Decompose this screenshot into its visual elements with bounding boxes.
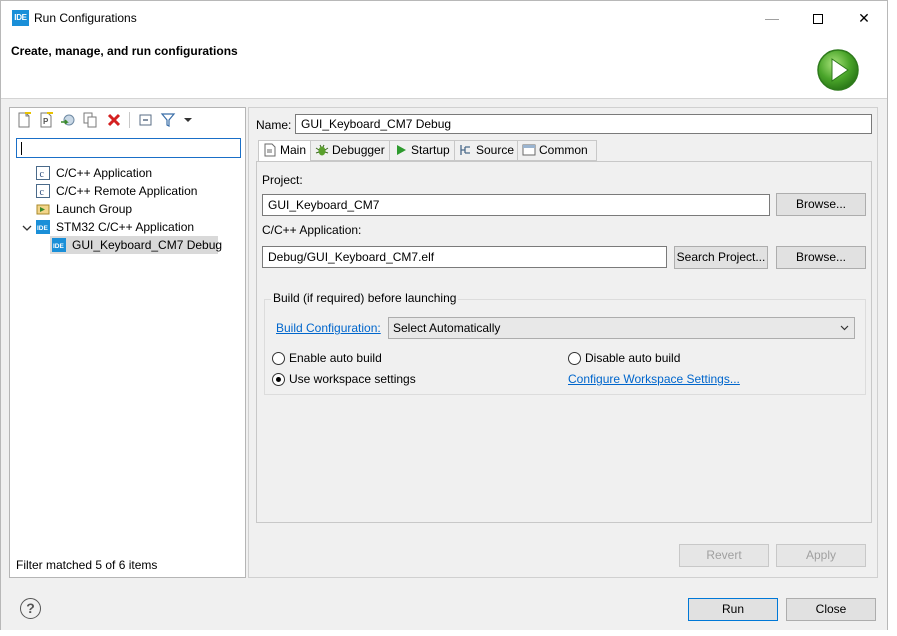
radio-label: Enable auto build xyxy=(289,351,382,365)
ide-icon: IDE xyxy=(36,220,50,234)
tree-item-label: C/C++ Remote Application xyxy=(56,184,198,198)
svg-text:IDE: IDE xyxy=(37,225,49,232)
ide-app-icon: IDE xyxy=(12,10,29,26)
tree-item-stm32-application[interactable]: IDE STM32 C/C++ Application xyxy=(36,218,236,236)
duplicate-config-icon[interactable] xyxy=(82,112,98,128)
radio-indicator xyxy=(272,373,285,386)
source-icon xyxy=(460,145,470,155)
tree-item-c-remote-application[interactable]: c C/C++ Remote Application xyxy=(36,182,236,200)
chevron-down-icon xyxy=(840,325,849,331)
project-label: Project: xyxy=(262,173,303,187)
run-button[interactable]: Run xyxy=(688,598,778,621)
configure-workspace-settings-link[interactable]: Configure Workspace Settings... xyxy=(568,372,740,386)
search-project-button[interactable]: Search Project... xyxy=(674,246,768,269)
tab-label: Main xyxy=(280,143,307,157)
c-app-icon: c xyxy=(36,166,50,180)
radio-indicator xyxy=(568,352,581,365)
disable-auto-build-radio[interactable]: Disable auto build xyxy=(568,350,768,366)
radio-label: Use workspace settings xyxy=(289,372,416,386)
build-before-launch-group: Build (if required) before launching Bui… xyxy=(264,291,866,395)
tab-label: Startup xyxy=(411,143,450,157)
svg-text:c: c xyxy=(40,187,45,198)
filter-input[interactable] xyxy=(16,138,241,158)
tree-item-launch-group[interactable]: Launch Group xyxy=(36,200,236,218)
radio-label: Disable auto build xyxy=(585,351,681,365)
title-bar: IDE Run Configurations — ✕ xyxy=(1,1,887,35)
project-input[interactable]: GUI_Keyboard_CM7 xyxy=(262,194,770,216)
tree-item-c-application[interactable]: c C/C++ Application xyxy=(36,164,236,182)
build-group-title: Build (if required) before launching xyxy=(271,291,459,305)
browse-application-button[interactable]: Browse... xyxy=(776,246,866,269)
config-name-input[interactable]: GUI_Keyboard_CM7 Debug xyxy=(295,114,872,134)
application-label: C/C++ Application: xyxy=(262,223,362,237)
run-configurations-window: IDE Run Configurations — ✕ Create, manag… xyxy=(0,0,888,636)
apply-button[interactable]: Apply xyxy=(776,544,866,567)
export-config-icon[interactable] xyxy=(60,112,76,128)
svg-text:IDE: IDE xyxy=(53,243,65,250)
enable-auto-build-radio[interactable]: Enable auto build xyxy=(272,350,472,366)
close-button[interactable]: Close xyxy=(786,598,876,621)
revert-button[interactable]: Revert xyxy=(679,544,769,567)
run-large-icon xyxy=(817,49,859,91)
tab-startup[interactable]: Startup xyxy=(389,140,455,161)
tree-item-label: STM32 C/C++ Application xyxy=(56,220,195,234)
tree-item-gui-keyboard-debug[interactable]: IDE GUI_Keyboard_CM7 Debug xyxy=(50,236,222,254)
window-title: Run Configurations xyxy=(34,11,137,25)
ide-icon: IDE xyxy=(52,238,66,252)
use-workspace-settings-radio[interactable]: Use workspace settings xyxy=(272,371,472,387)
tab-main[interactable]: Main xyxy=(258,140,311,162)
configuration-editor-panel: Name: GUI_Keyboard_CM7 Debug Main Debugg… xyxy=(248,107,878,578)
tab-debugger[interactable]: Debugger xyxy=(310,140,390,161)
close-window-button[interactable]: ✕ xyxy=(841,1,887,35)
tab-label: Debugger xyxy=(332,143,385,157)
build-configuration-value: Select Automatically xyxy=(393,321,501,335)
svg-text:c: c xyxy=(40,169,45,180)
minimize-button[interactable]: — xyxy=(749,1,795,35)
tab-common[interactable]: Common xyxy=(517,140,597,161)
tree-item-label: GUI_Keyboard_CM7 Debug xyxy=(72,238,223,252)
toolbar-separator xyxy=(129,112,130,128)
filter-status-text: Filter matched 5 of 6 items xyxy=(16,558,158,572)
chevron-down-icon[interactable] xyxy=(180,112,196,128)
launch-group-icon xyxy=(36,204,50,215)
application-input[interactable]: Debug/GUI_Keyboard_CM7.elf xyxy=(262,246,667,268)
config-toolbar: P xyxy=(10,108,245,132)
build-configuration-link[interactable]: Build Configuration: xyxy=(276,321,381,335)
play-icon xyxy=(397,145,406,155)
maximize-button[interactable] xyxy=(795,1,841,35)
tab-label: Common xyxy=(539,143,588,157)
main-tab-content: Project: GUI_Keyboard_CM7 Browse... C/C+… xyxy=(256,161,872,523)
maximize-icon xyxy=(813,14,823,25)
tree-item-label: C/C++ Application xyxy=(56,166,153,180)
filter-icon[interactable] xyxy=(160,112,176,128)
chevron-down-icon[interactable] xyxy=(22,223,32,233)
common-icon xyxy=(522,144,536,156)
bug-icon xyxy=(315,144,329,156)
browse-project-button[interactable]: Browse... xyxy=(776,193,866,216)
background-strip xyxy=(0,630,897,636)
radio-indicator xyxy=(272,352,285,365)
tab-source[interactable]: Source xyxy=(454,140,518,161)
tree-item-label: Launch Group xyxy=(56,202,133,216)
tab-label: Source xyxy=(476,143,515,157)
name-label: Name: xyxy=(256,118,292,132)
dialog-header: Create, manage, and run configurations xyxy=(1,35,887,99)
delete-config-icon[interactable] xyxy=(106,112,122,128)
c-remote-app-icon: c xyxy=(36,184,50,198)
help-icon[interactable]: ? xyxy=(20,598,41,619)
new-config-icon[interactable] xyxy=(16,112,32,128)
main-tab-icon xyxy=(264,143,276,157)
dialog-header-title: Create, manage, and run configurations xyxy=(11,44,238,58)
collapse-all-icon[interactable] xyxy=(138,112,154,128)
new-prototype-icon[interactable]: P xyxy=(38,112,54,128)
text-caret xyxy=(21,142,22,155)
configuration-list-panel: P c C/C++ Application c C/C++ Remote App… xyxy=(9,107,246,578)
svg-text:P: P xyxy=(43,117,49,126)
build-configuration-select[interactable]: Select Automatically xyxy=(388,317,855,339)
